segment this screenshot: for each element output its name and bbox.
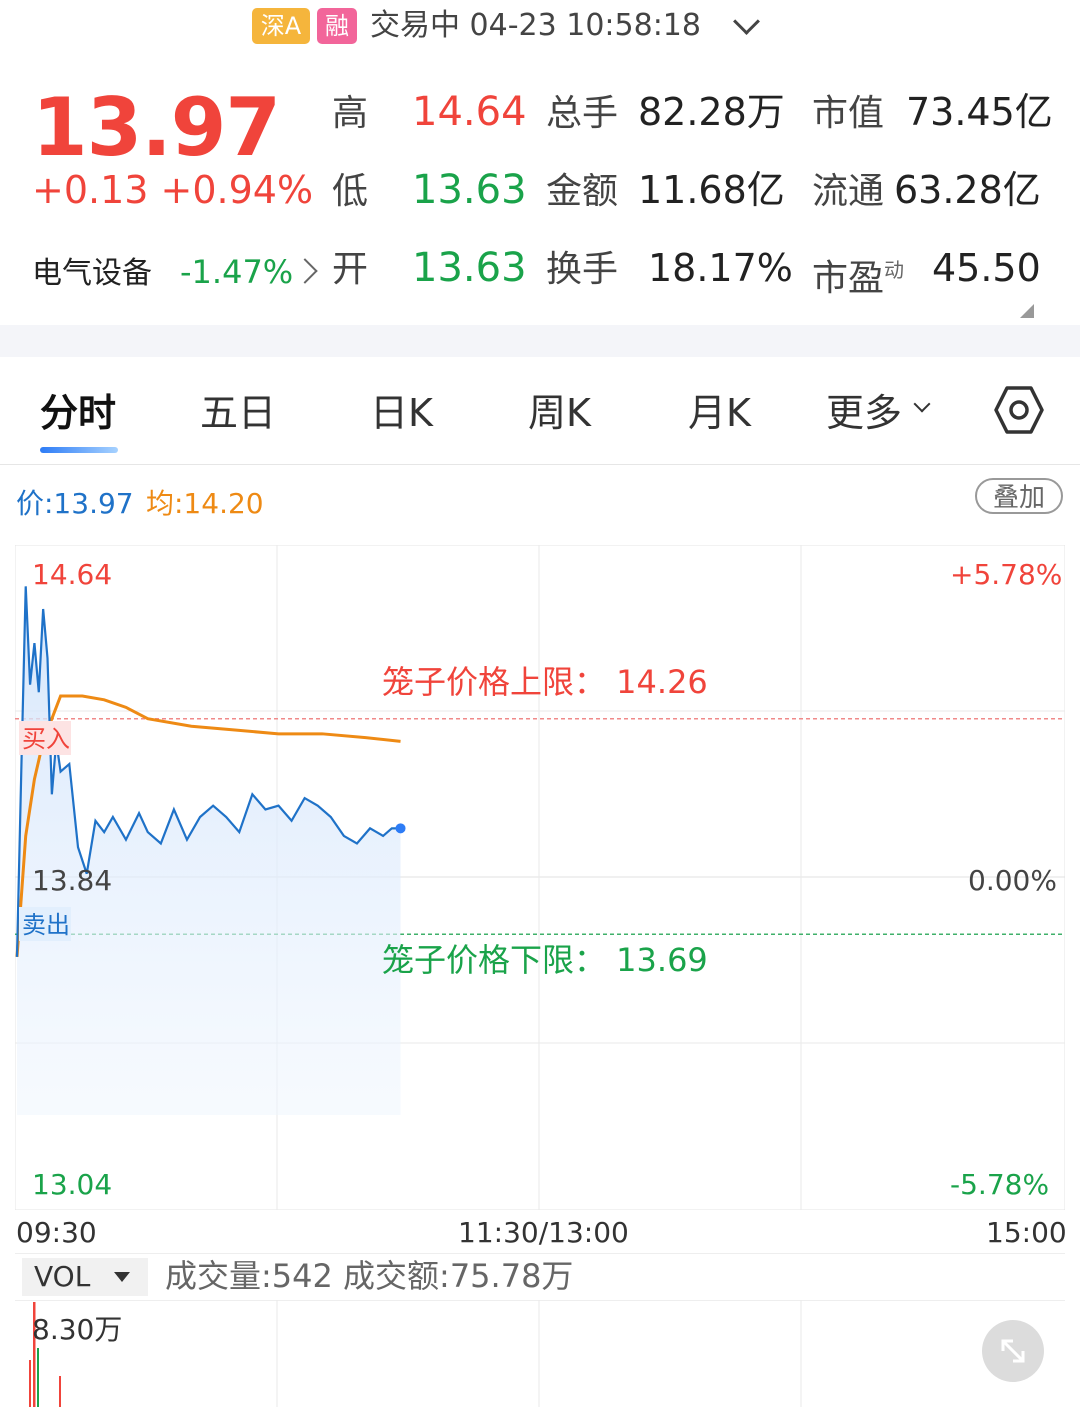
settings-icon[interactable] bbox=[994, 384, 1044, 436]
pct-label-zero: 0.00% bbox=[968, 864, 1057, 897]
fullscreen-button[interactable] bbox=[982, 1320, 1044, 1382]
value-float-cap: 63.28亿 bbox=[894, 168, 1041, 212]
market-tag: 深A bbox=[252, 8, 310, 44]
y-label-low: 13.04 bbox=[32, 1168, 113, 1201]
tab-active-indicator bbox=[40, 447, 118, 453]
margin-trading-tag: 融 bbox=[317, 8, 357, 44]
sell-marker[interactable]: 卖出 bbox=[22, 908, 70, 942]
expand-icon bbox=[1001, 1339, 1025, 1363]
tab-intraday[interactable]: 分时 bbox=[40, 388, 116, 438]
crosshair-price: 价:13.97 bbox=[16, 487, 134, 520]
price-area bbox=[17, 586, 401, 1115]
label-open: 开 bbox=[332, 249, 369, 290]
current-price-dot bbox=[395, 823, 406, 834]
pe-dynamic-marker: 动 bbox=[884, 258, 905, 282]
cage-upper-label: 笼子价格上限： 14.26 bbox=[382, 663, 708, 701]
volume-bar bbox=[59, 1376, 61, 1407]
tabs-divider bbox=[0, 464, 1080, 465]
value-low: 13.63 bbox=[412, 167, 527, 213]
tab-monthly-k[interactable]: 月K bbox=[688, 388, 751, 438]
label-high: 高 bbox=[332, 93, 369, 134]
tab-weekly-k[interactable]: 周K bbox=[528, 388, 591, 438]
overlay-button[interactable]: 叠加 bbox=[975, 478, 1063, 514]
expand-corner-icon[interactable] bbox=[1020, 304, 1034, 318]
crosshair-average: 均:14.20 bbox=[146, 487, 264, 520]
pct-label-low: -5.78% bbox=[950, 1168, 1050, 1201]
label-volume: 总手 bbox=[546, 93, 619, 134]
chevron-down-icon[interactable] bbox=[733, 8, 760, 35]
value-amount: 11.68亿 bbox=[638, 168, 785, 212]
label-market-cap: 市值 bbox=[812, 93, 885, 134]
tab-daily-k[interactable]: 日K bbox=[370, 388, 433, 438]
label-amount: 金额 bbox=[546, 171, 619, 212]
label-float-cap: 流通 bbox=[812, 171, 885, 212]
volume-bar bbox=[37, 1348, 39, 1407]
trading-status[interactable]: 交易中 04-23 10:58:18 bbox=[370, 8, 701, 44]
value-high: 14.64 bbox=[412, 89, 527, 135]
volume-bar bbox=[29, 1360, 31, 1407]
label-turnover: 换手 bbox=[546, 249, 619, 290]
cage-lower-label: 笼子价格下限： 13.69 bbox=[382, 941, 708, 979]
buy-marker[interactable]: 买入 bbox=[22, 722, 70, 756]
intraday-chart[interactable] bbox=[15, 545, 1065, 1210]
time-label-open: 09:30 bbox=[16, 1216, 97, 1249]
volume-info: 成交量:542 成交额:75.78万 bbox=[165, 1257, 574, 1295]
value-pe: 45.50 bbox=[932, 246, 1041, 290]
last-price: 13.97 bbox=[32, 81, 281, 174]
time-label-close: 15:00 bbox=[986, 1216, 1067, 1249]
chevron-down-icon[interactable] bbox=[913, 395, 931, 413]
value-market-cap: 73.45亿 bbox=[906, 90, 1053, 134]
time-label-midday: 11:30/13:00 bbox=[458, 1216, 629, 1249]
y-label-pre-close: 13.84 bbox=[32, 864, 113, 897]
label-pe: 市盈动 bbox=[812, 258, 905, 299]
label-low: 低 bbox=[332, 171, 369, 212]
pct-label-high: +5.78% bbox=[950, 558, 1063, 591]
value-turnover: 18.17% bbox=[648, 246, 793, 290]
tab-more[interactable]: 更多 bbox=[826, 388, 902, 438]
tab-five-day[interactable]: 五日 bbox=[200, 388, 276, 438]
chevron-right-icon[interactable] bbox=[292, 258, 318, 284]
price-change: +0.13 +0.94% bbox=[32, 168, 314, 212]
sector-change[interactable]: -1.47% bbox=[180, 252, 293, 292]
value-volume: 82.28万 bbox=[638, 90, 785, 134]
y-label-high: 14.64 bbox=[32, 558, 113, 591]
dropdown-triangle-icon[interactable] bbox=[114, 1272, 130, 1282]
section-separator bbox=[0, 325, 1080, 357]
volume-chart bbox=[29, 1300, 802, 1407]
value-open: 13.63 bbox=[412, 245, 527, 291]
sector-name[interactable]: 电气设备 bbox=[32, 254, 152, 294]
volume-max-label: 8.30万 bbox=[32, 1313, 123, 1346]
